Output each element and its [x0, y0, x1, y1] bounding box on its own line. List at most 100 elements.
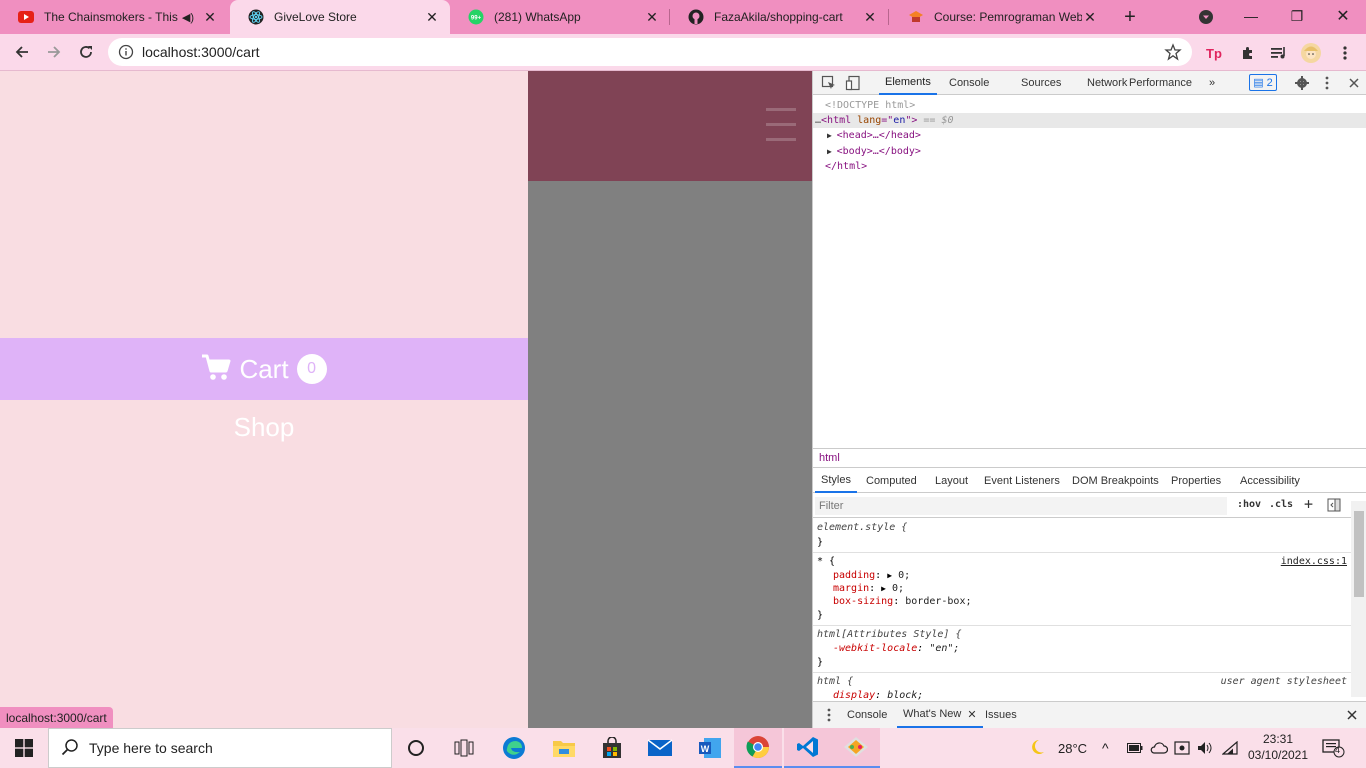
devtools-tab-console[interactable]: Console [943, 71, 995, 95]
git-app-icon[interactable] [832, 728, 880, 768]
cart-nav-link[interactable]: Cart 0 [0, 338, 528, 400]
file-explorer-icon[interactable] [540, 728, 588, 768]
new-style-rule-icon[interactable]: + [1304, 495, 1313, 513]
wifi-icon[interactable] [1222, 728, 1238, 768]
dom-html-close[interactable]: </html> [825, 159, 867, 174]
close-icon[interactable]: ✕ [1082, 9, 1098, 25]
mail-icon[interactable] [636, 728, 684, 768]
close-icon[interactable]: ✕ [424, 9, 440, 25]
devtools-close-icon[interactable] [1346, 75, 1362, 91]
drawer-tab-console[interactable]: Console [841, 702, 893, 728]
profile-avatar-icon[interactable] [1300, 42, 1322, 64]
devtools-tab-performance[interactable]: Performance [1123, 71, 1198, 95]
drawer-tab-whats-new[interactable]: What's New ✕ [897, 702, 983, 728]
tab-search-icon[interactable] [1196, 7, 1216, 27]
subtab-computed[interactable]: Computed [860, 469, 923, 493]
styles-pane: element.style { } * { index.css:1 paddin… [813, 519, 1351, 700]
breadcrumb-html[interactable]: html [819, 452, 840, 464]
subtab-properties[interactable]: Properties [1165, 469, 1227, 493]
hamburger-menu-icon[interactable] [766, 108, 796, 142]
close-icon[interactable]: ✕ [862, 9, 878, 25]
chevron-up-icon[interactable]: ^ [1102, 728, 1109, 768]
meet-now-icon[interactable] [1174, 728, 1190, 768]
dom-head-node[interactable]: ▶ <head>…</head> [827, 128, 921, 143]
chrome-menu-icon[interactable] [1334, 42, 1356, 64]
address-bar[interactable]: localhost:3000/cart [108, 38, 1192, 66]
window-close-icon[interactable]: ✕ [1320, 0, 1366, 32]
inspect-element-icon[interactable] [821, 75, 837, 91]
shop-nav-link[interactable]: Shop [0, 412, 528, 443]
task-view-icon[interactable] [440, 728, 488, 768]
class-toggle[interactable]: .cls [1269, 499, 1293, 510]
dom-body-node[interactable]: ▶ <body>…</body> [827, 144, 921, 159]
rule-element-style[interactable]: element.style { } [813, 519, 1351, 553]
toggle-sidebar-icon[interactable] [1327, 498, 1343, 514]
dom-doctype[interactable]: <!DOCTYPE html> [825, 98, 915, 113]
vscode-icon[interactable] [784, 728, 832, 768]
devtools-panel: Elements Console Sources Network Perform… [812, 71, 1366, 728]
subtab-accessibility[interactable]: Accessibility [1234, 469, 1306, 493]
subtab-event-listeners[interactable]: Event Listeners [978, 469, 1066, 493]
devtools-menu-icon[interactable] [1319, 75, 1335, 91]
tab-whatsapp[interactable]: 99+ (281) WhatsApp ✕ [450, 0, 670, 34]
word-icon[interactable]: W [686, 728, 734, 768]
hover-state-toggle[interactable]: :hov [1237, 499, 1261, 510]
subtab-styles[interactable]: Styles [815, 469, 857, 493]
rule-universal[interactable]: * { index.css:1 padding: ▶ 0; margin: ▶ … [813, 553, 1351, 626]
close-icon[interactable]: ✕ [967, 708, 976, 721]
devtools-tab-sources[interactable]: Sources [1015, 71, 1067, 95]
edge-icon[interactable] [490, 728, 538, 768]
messages-badge[interactable]: ▤ 2 [1249, 74, 1277, 91]
subtab-layout[interactable]: Layout [929, 469, 974, 493]
weather-widget[interactable]: 28°C [1028, 728, 1087, 768]
reload-icon[interactable] [72, 38, 100, 66]
settings-gear-icon[interactable] [1294, 75, 1310, 91]
dom-html-node[interactable]: …<html lang="en"> == $0 [813, 113, 1366, 128]
microsoft-store-icon[interactable] [588, 728, 636, 768]
more-tabs-icon[interactable]: » [1203, 71, 1221, 95]
devtools-tab-elements[interactable]: Elements [879, 71, 937, 95]
tab-github[interactable]: FazaAkila/shopping-cart ✕ [670, 0, 888, 34]
tab-youtube[interactable]: The Chainsmokers - This ◀) ✕ [0, 0, 228, 34]
bookmark-star-icon[interactable] [1164, 43, 1182, 61]
drawer-close-icon[interactable] [1344, 707, 1360, 723]
site-info-icon[interactable] [118, 44, 134, 60]
taskbar-clock[interactable]: 23:31 03/10/2021 [1246, 731, 1310, 763]
forward-arrow-icon[interactable] [40, 38, 68, 66]
minimize-icon[interactable]: — [1228, 0, 1274, 32]
tab-title: FazaAkila/shopping-cart [714, 10, 843, 24]
stylesheet-link[interactable]: index.css:1 [1281, 555, 1347, 568]
cortana-icon[interactable] [392, 728, 440, 768]
volume-icon[interactable] [1197, 728, 1213, 768]
drawer-tab-issues[interactable]: Issues [979, 702, 1023, 728]
battery-icon[interactable] [1127, 728, 1143, 768]
notification-center-icon[interactable]: 4 [1322, 728, 1346, 768]
styles-scrollbar[interactable] [1351, 501, 1366, 697]
back-arrow-icon[interactable] [8, 38, 36, 66]
subtab-dom-breakpoints[interactable]: DOM Breakpoints [1066, 469, 1165, 493]
extensions-puzzle-icon[interactable] [1237, 42, 1259, 64]
drawer-menu-icon[interactable] [821, 707, 837, 723]
device-toolbar-icon[interactable] [845, 75, 861, 91]
rule-html-attributes[interactable]: html[Attributes Style] { -webkit-locale:… [813, 626, 1351, 673]
close-icon[interactable]: ✕ [644, 9, 660, 25]
browser-tabstrip: The Chainsmokers - This ◀) ✕ GiveLove St… [0, 0, 1366, 34]
cart-count-badge: 0 [296, 354, 327, 384]
drawer-tab-whats-new-label: What's New [903, 708, 962, 720]
restore-icon[interactable]: ❐ [1274, 0, 1320, 32]
taskbar-search-box[interactable]: Type here to search [48, 728, 392, 768]
media-control-icon[interactable] [1268, 42, 1290, 64]
cloud-icon[interactable] [1150, 728, 1168, 768]
styles-filter-input[interactable]: Filter [815, 497, 1227, 515]
react-icon [248, 9, 264, 25]
rule-html-ua[interactable]: html { user agent stylesheet display: bl… [813, 673, 1351, 700]
speaker-icon[interactable]: ◀) [182, 11, 194, 24]
extension-tp-icon[interactable]: Tp [1205, 42, 1227, 64]
windows-start-icon[interactable] [0, 728, 48, 768]
close-icon[interactable]: ✕ [202, 9, 218, 25]
chrome-icon[interactable] [734, 728, 782, 768]
new-tab-icon[interactable]: + [1118, 5, 1142, 29]
tab-givelove-store[interactable]: GiveLove Store ✕ [230, 0, 450, 34]
tab-course[interactable]: Course: Pemrograman Web c ✕ [890, 0, 1108, 34]
tab-title: GiveLove Store [274, 10, 357, 24]
